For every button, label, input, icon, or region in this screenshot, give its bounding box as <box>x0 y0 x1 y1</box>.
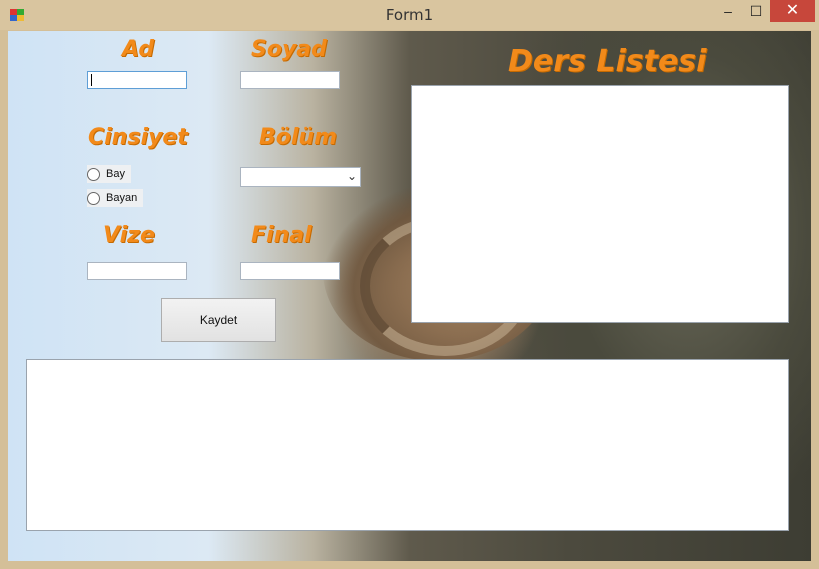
chevron-down-icon[interactable]: ⌄ <box>347 169 357 183</box>
form-client-area: Ad Soyad Cinsiyet Bölüm Bay Bayan ⌄ Vize… <box>8 31 811 561</box>
records-datagrid[interactable] <box>26 359 789 531</box>
vize-label: Vize <box>103 223 155 248</box>
cinsiyet-label: Cinsiyet <box>88 125 188 150</box>
ders-listbox[interactable] <box>411 85 789 323</box>
radio-circle[interactable] <box>87 191 100 205</box>
close-button[interactable]: ✕ <box>770 0 815 22</box>
minimize-button[interactable]: – <box>714 0 742 22</box>
bolum-label: Bölüm <box>259 125 338 150</box>
kaydet-button[interactable]: Kaydet <box>161 298 276 342</box>
bayan-radio[interactable]: Bayan <box>87 189 144 207</box>
ad-label: Ad <box>122 37 155 62</box>
bayan-radio-label: Bayan <box>106 192 138 204</box>
maximize-button[interactable]: ☐ <box>742 0 770 22</box>
form-window: Form1 – ☐ ✕ Ad Soyad Cinsiyet Bölüm Bay … <box>0 0 819 569</box>
ad-textbox[interactable] <box>87 71 187 89</box>
bay-radio[interactable]: Bay <box>87 165 131 183</box>
title-bar[interactable]: Form1 – ☐ ✕ <box>0 0 819 30</box>
vize-textbox[interactable] <box>87 262 187 280</box>
final-label: Final <box>251 223 312 248</box>
text-caret <box>91 74 92 86</box>
soyad-label: Soyad <box>251 37 327 62</box>
soyad-textbox[interactable] <box>240 71 340 89</box>
final-textbox[interactable] <box>240 262 340 280</box>
window-title: Form1 <box>385 6 434 24</box>
bolum-combobox[interactable]: ⌄ <box>240 167 361 187</box>
radio-circle[interactable] <box>87 167 100 181</box>
bay-radio-label: Bay <box>106 168 125 180</box>
ders-listesi-label: Ders Listesi <box>508 44 707 79</box>
